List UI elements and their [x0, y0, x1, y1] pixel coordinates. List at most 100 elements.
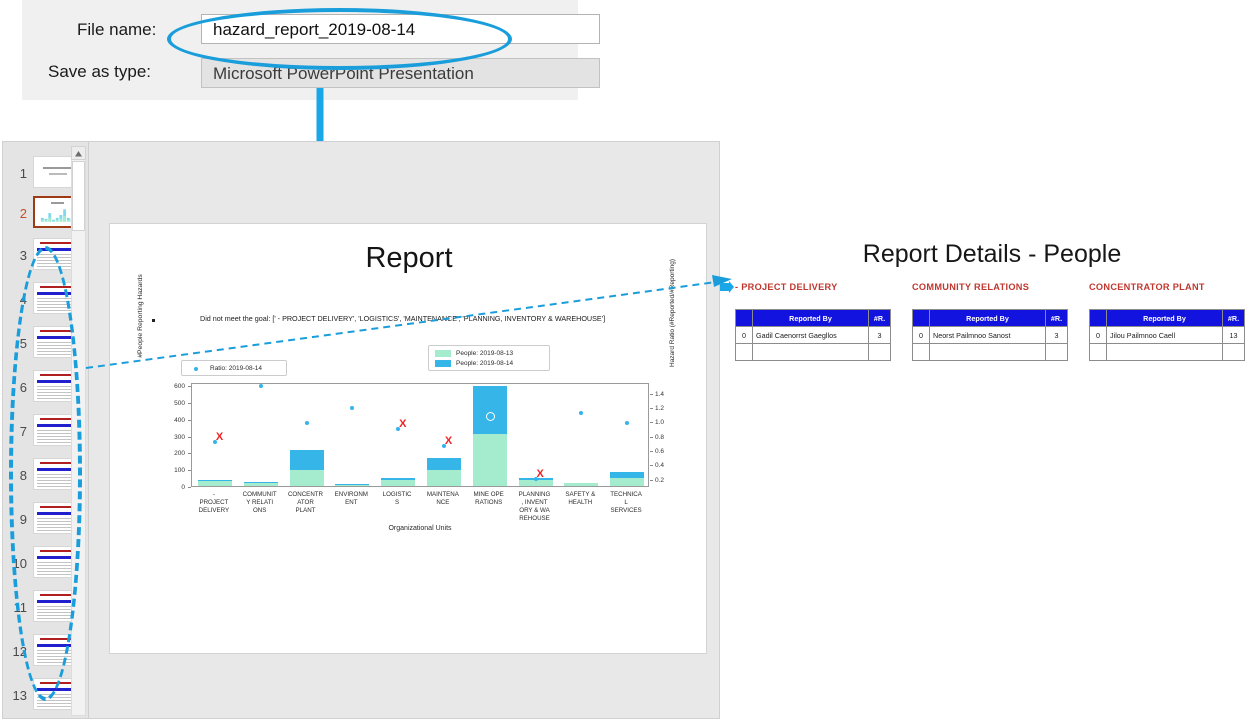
table-header-row: Reported By #R.: [735, 309, 891, 327]
y-tickmark-right-2: [650, 451, 653, 453]
table-cell-0: 0: [912, 326, 930, 344]
y-tick-right-6: 1.4: [655, 390, 665, 398]
table-row[interactable]: 0 Jilou Pailmnoo Caell 13: [1089, 326, 1245, 344]
thumbnail-number: 12: [12, 644, 27, 659]
scroll-up-arrow-icon[interactable]: [71, 146, 86, 160]
chart-plot-area: X X X X: [191, 383, 649, 487]
x-tick-label-5: MAINTENA NCE: [426, 491, 459, 506]
bar-segment-previous: [335, 484, 370, 486]
x-tick-label-1: COMMUNIT Y RELATI ONS: [242, 491, 277, 514]
table-cell-0: [735, 343, 753, 361]
thumbnail-number: 4: [19, 292, 27, 307]
ratio-point-1: [258, 384, 263, 389]
thumbnail-number: 1: [19, 166, 27, 181]
slide-bullet-row: Did not meet the goal: [' - PROJECT DELI…: [152, 314, 692, 328]
powerpoint-window: 1 2 3 4 5 6 7 8 9 10 11 12 13 Report Did not meet th…: [2, 141, 720, 719]
table-cell-2: 3: [1045, 326, 1068, 344]
column-header-2: #R.: [1045, 309, 1068, 327]
x-tick-label-2: CONCENTR ATOR PLANT: [287, 491, 324, 514]
table-cell-2: [868, 343, 891, 361]
table-cell-2: 3: [868, 326, 891, 344]
table-cell-1: Gadil Caenorrst Gaegllos: [752, 326, 869, 344]
table-row[interactable]: [1089, 343, 1245, 361]
bar-segment-previous: [197, 480, 232, 486]
x-tick-label-0: - PROJECT DELIVERY: [198, 491, 230, 514]
y-tick-left-3: 300: [174, 433, 185, 441]
y-tickmark-right-6: [650, 393, 653, 395]
thumbnail-scrollbar[interactable]: [71, 146, 86, 716]
legend-prev-swatch-icon: [435, 350, 451, 357]
y-tickmark-right-5: [650, 408, 653, 410]
goal-miss-x-icon: X: [399, 418, 407, 431]
unit-heading-2: CONCENTRATOR PLANT: [1089, 282, 1205, 292]
table-cell-2: [1045, 343, 1068, 361]
table-cell-1: [752, 343, 869, 361]
y-tickmark-left-5: [188, 403, 191, 405]
slide-bullet-text: Did not meet the goal: [' - PROJECT DELI…: [200, 314, 606, 323]
table-cell-1: Neorst Pailmnoo Sanost: [929, 326, 1046, 344]
unit-heading-0: - PROJECT DELIVERY: [735, 282, 838, 292]
table-header-row: Reported By #R.: [1089, 309, 1245, 327]
table-row[interactable]: 0 Gadil Caenorrst Gaegllos 3: [735, 326, 891, 344]
y-tick-right-0: 0.2: [655, 476, 665, 484]
ratio-point-8: [579, 410, 584, 415]
bar-segment-previous: [381, 479, 416, 486]
table-cell-0: 0: [1089, 326, 1107, 344]
y-tick-right-5: 1.2: [655, 405, 665, 413]
ratio-point-9: [625, 420, 630, 425]
chart-ylabel-right: Hazard Ratio (#Reported/#Reporting): [669, 258, 676, 367]
bullet-dot-icon: [152, 319, 155, 322]
thumbnail-number: 2: [19, 206, 27, 221]
thumbnail-number: 9: [19, 512, 27, 527]
y-tickmark-right-0: [650, 479, 653, 481]
save-as-type-label: Save as type:: [48, 62, 152, 81]
column-header-0: [1089, 309, 1107, 327]
file-name-value: hazard_report_2019-08-14: [213, 20, 416, 39]
scrollbar-thumb[interactable]: [72, 161, 85, 231]
x-tick-label-7: PLANNING, INVENT ORY & WA REHOUSE: [518, 491, 551, 522]
table-cell-1: [929, 343, 1046, 361]
report-details-title: Report Details - People: [862, 240, 1122, 268]
chart-legend-ratio: Ratio: 2019-08-14: [181, 360, 287, 376]
y-tick-right-1: 0.4: [655, 462, 665, 470]
y-tickmark-right-1: [650, 465, 653, 467]
details-table-2[interactable]: Reported By #R. 0 Jilou Pailmnoo Caell 13: [1089, 309, 1245, 361]
y-tickmark-left-6: [188, 386, 191, 388]
thumbnail-number: 3: [19, 248, 27, 263]
thumbnail-number: 5: [19, 336, 27, 351]
y-tickmark-left-4: [188, 419, 191, 421]
table-cell-0: 0: [735, 326, 753, 344]
chart-ylabel-left: #People Reporting Hazards: [137, 274, 144, 358]
chart-legend-people: People: 2019-08-13 People: 2019-08-14: [428, 345, 550, 371]
file-name-input[interactable]: hazard_report_2019-08-14: [201, 14, 600, 44]
right-arrow-icon: [720, 281, 734, 293]
bar-segment-previous: [610, 477, 645, 486]
unit-heading-1: COMMUNITY RELATIONS: [912, 282, 1030, 292]
column-header-1: Reported By: [929, 309, 1046, 327]
thumbnail-number: 11: [13, 600, 28, 615]
y-tickmark-left-1: [188, 470, 191, 472]
table-cell-1: Jilou Pailmnoo Caell: [1106, 326, 1223, 344]
save-as-type-select[interactable]: Microsoft PowerPoint Presentation: [201, 58, 600, 88]
thumbnail-number: 13: [12, 688, 27, 703]
goal-met-o-icon: [485, 411, 495, 421]
table-row[interactable]: 0 Neorst Pailmnoo Sanost 3: [912, 326, 1068, 344]
table-row[interactable]: [735, 343, 891, 361]
details-table-0[interactable]: Reported By #R. 0 Gadil Caenorrst Gaegllos 3: [735, 309, 891, 361]
ratio-point-3: [350, 406, 355, 411]
y-tickmark-left-0: [188, 487, 191, 488]
thumbnail-number: 8: [19, 468, 27, 483]
y-tick-left-4: 400: [174, 416, 185, 424]
details-table-1[interactable]: Reported By #R. 0 Neorst Pailmnoo Sanost 3: [912, 309, 1068, 361]
x-tick-label-3: ENVIRONM ENT: [334, 491, 368, 506]
bar-segment-previous: [426, 469, 461, 486]
save-as-dialog: File name: hazard_report_2019-08-14 Save…: [22, 0, 600, 100]
slide-canvas[interactable]: Report Did not meet the goal: [' - PROJE…: [109, 223, 707, 654]
screenshot-root: File name: hazard_report_2019-08-14 Save…: [0, 0, 1259, 724]
y-tickmark-right-4: [650, 422, 653, 424]
table-row[interactable]: [912, 343, 1068, 361]
thumbnail-number: 7: [19, 424, 27, 439]
x-tick-label-8: SAFETY & HEALTH: [565, 491, 596, 506]
table-cell-2: [1222, 343, 1245, 361]
y-tick-left-2: 200: [174, 450, 185, 458]
